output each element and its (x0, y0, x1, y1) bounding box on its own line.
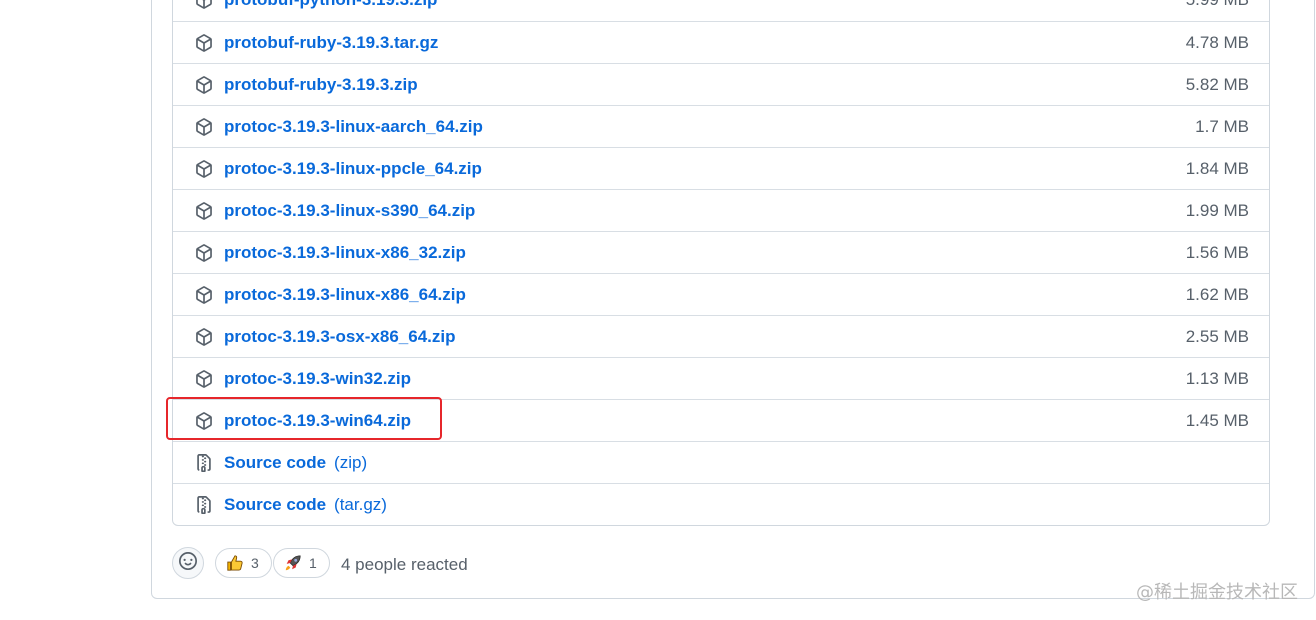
package-icon (195, 76, 213, 94)
rocket-count: 1 (309, 555, 317, 571)
package-icon (195, 202, 213, 220)
asset-link[interactable]: protoc-3.19.3-win64.zip (224, 410, 411, 432)
asset-link[interactable]: protoc-3.19.3-linux-x86_32.zip (224, 242, 466, 264)
package-icon (195, 118, 213, 136)
asset-size: 1.99 MB (1185, 201, 1249, 220)
asset-size: 1.45 MB (1185, 411, 1249, 430)
asset-size: 2.55 MB (1185, 327, 1249, 346)
smiley-icon (179, 551, 197, 575)
package-icon (195, 286, 213, 304)
asset-row: protoc-3.19.3-win32.zip 1.13 MB (173, 357, 1269, 399)
asset-link[interactable]: protobuf-python-3.19.3.zip (224, 0, 437, 11)
asset-row: protoc-3.19.3-linux-s390_64.zip 1.99 MB (173, 189, 1269, 231)
asset-link[interactable]: protoc-3.19.3-osx-x86_64.zip (224, 326, 455, 348)
thumbs-up-reaction[interactable]: 3 (215, 548, 272, 578)
add-reaction-button[interactable] (172, 547, 204, 579)
source-code-targz-link[interactable]: Source code (tar.gz) (224, 494, 387, 516)
watermark: @稀土掘金技术社区 (1136, 582, 1298, 603)
package-icon (195, 370, 213, 388)
asset-row: protobuf-python-3.19.3.zip 5.99 MB (173, 0, 1269, 21)
rocket-reaction[interactable]: 1 (273, 548, 330, 578)
asset-size: 1.62 MB (1185, 285, 1249, 304)
thumbs-up-icon (226, 554, 251, 572)
asset-link[interactable]: protoc-3.19.3-linux-ppcle_64.zip (224, 158, 482, 180)
asset-row: protoc-3.19.3-linux-ppcle_64.zip 1.84 MB (173, 147, 1269, 189)
source-code-row: Source code (zip) (173, 441, 1269, 483)
package-icon (195, 244, 213, 262)
asset-link[interactable]: protobuf-ruby-3.19.3.zip (224, 74, 418, 96)
asset-size: 5.82 MB (1185, 75, 1249, 94)
asset-size: 5.99 MB (1186, 0, 1249, 11)
source-code-zip-link[interactable]: Source code (zip) (224, 452, 367, 474)
asset-row: protoc-3.19.3-linux-x86_64.zip 1.62 MB (173, 273, 1269, 315)
asset-size: 1.13 MB (1185, 369, 1249, 388)
reactions-summary: 4 people reacted (341, 555, 468, 574)
asset-size: 1.56 MB (1185, 243, 1249, 262)
package-icon (195, 34, 213, 52)
asset-size: 1.7 MB (1195, 117, 1249, 136)
asset-row-win64: protoc-3.19.3-win64.zip 1.45 MB (173, 399, 1269, 441)
asset-row: protoc-3.19.3-linux-aarch_64.zip 1.7 MB (173, 105, 1269, 147)
assets-list: protobuf-python-3.19.3.zip 5.99 MB proto… (172, 0, 1270, 526)
asset-size: 1.84 MB (1185, 159, 1249, 178)
package-icon (195, 0, 213, 9)
asset-row: protoc-3.19.3-osx-x86_64.zip 2.55 MB (173, 315, 1269, 357)
asset-link[interactable]: protoc-3.19.3-linux-s390_64.zip (224, 200, 475, 222)
asset-row: protobuf-ruby-3.19.3.zip 5.82 MB (173, 63, 1269, 105)
asset-row: protoc-3.19.3-linux-x86_32.zip 1.56 MB (173, 231, 1269, 273)
package-icon (195, 160, 213, 178)
thumbs-up-count: 3 (251, 555, 259, 571)
asset-row: protobuf-ruby-3.19.3.tar.gz 4.78 MB (173, 21, 1269, 63)
asset-link[interactable]: protoc-3.19.3-win32.zip (224, 368, 411, 390)
asset-size: 4.78 MB (1185, 33, 1249, 52)
file-zip-icon (195, 496, 213, 514)
package-icon (195, 328, 213, 346)
rocket-icon (284, 554, 309, 572)
asset-link[interactable]: protoc-3.19.3-linux-aarch_64.zip (224, 116, 483, 138)
source-code-row: Source code (tar.gz) (173, 483, 1269, 525)
file-zip-icon (195, 454, 213, 472)
package-icon (195, 412, 213, 430)
asset-link[interactable]: protobuf-ruby-3.19.3.tar.gz (224, 32, 438, 54)
asset-link[interactable]: protoc-3.19.3-linux-x86_64.zip (224, 284, 466, 306)
